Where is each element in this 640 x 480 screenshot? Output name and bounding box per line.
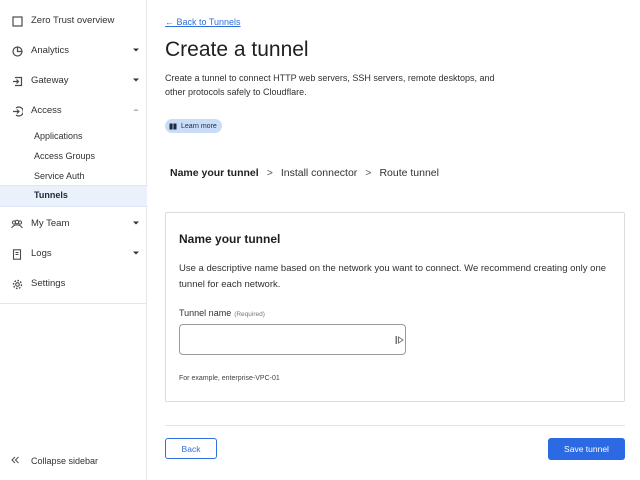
sidebar-item-my-team[interactable]: My Team bbox=[0, 212, 147, 236]
collapse-sidebar-button[interactable]: Collapse sidebar bbox=[0, 450, 147, 472]
caret-down-icon bbox=[133, 251, 139, 255]
sidebar-item-logs[interactable]: Logs bbox=[0, 242, 147, 266]
step-separator: > bbox=[266, 167, 273, 179]
back-to-tunnels-link[interactable]: ← Back to Tunnels bbox=[165, 17, 241, 27]
sidebar-item-label: Zero Trust overview bbox=[31, 15, 115, 26]
sidebar-subitem-tunnels[interactable]: Tunnels bbox=[0, 185, 147, 207]
footer-divider bbox=[165, 425, 625, 426]
caret-up-icon bbox=[133, 108, 139, 111]
access-icon bbox=[10, 104, 24, 118]
logs-icon bbox=[10, 247, 24, 261]
double-chevron-left-icon bbox=[10, 455, 22, 467]
sidebar-item-settings[interactable]: Settings bbox=[0, 272, 147, 296]
sidebar-item-label: My Team bbox=[31, 218, 70, 229]
sidebar-subitem-label: Access Groups bbox=[34, 151, 96, 161]
sidebar-subitem-label: Tunnels bbox=[34, 190, 68, 200]
sidebar-subitem-applications[interactable]: Applications bbox=[0, 126, 147, 146]
learn-more-button[interactable]: Learn more bbox=[165, 119, 222, 133]
sidebar-item-analytics[interactable]: Analytics bbox=[0, 39, 147, 63]
card-description: Use a descriptive name based on the netw… bbox=[179, 263, 607, 290]
sidebar-subitem-service-auth[interactable]: Service Auth bbox=[0, 166, 147, 186]
card-title: Name your tunnel bbox=[179, 232, 281, 246]
sidebar-item-label: Access bbox=[31, 105, 62, 116]
back-button[interactable]: Back bbox=[165, 438, 217, 459]
tunnel-name-hint: For example, enterprise-VPC-01 bbox=[179, 375, 280, 382]
tunnel-name-label-text: Tunnel name bbox=[179, 308, 232, 318]
sidebar-item-label: Settings bbox=[31, 278, 66, 289]
sidebar-subitem-label: Applications bbox=[34, 131, 83, 141]
sidebar-item-label: Gateway bbox=[31, 75, 69, 86]
team-icon bbox=[10, 217, 24, 231]
home-icon bbox=[10, 14, 24, 28]
name-tunnel-card: Name your tunnel Use a descriptive name … bbox=[165, 212, 625, 402]
book-icon bbox=[169, 123, 177, 129]
sidebar-subitem-label: Service Auth bbox=[34, 171, 85, 181]
sidebar-item-label: Analytics bbox=[31, 45, 70, 56]
sidebar-item-gateway[interactable]: Gateway bbox=[0, 69, 147, 93]
tunnel-name-label: Tunnel name (Required) bbox=[179, 308, 265, 318]
sidebar: Zero Trust overview Analytics Gateway Ac… bbox=[0, 0, 147, 480]
sidebar-item-access[interactable]: Access bbox=[0, 99, 147, 123]
save-tunnel-button[interactable]: Save tunnel bbox=[548, 438, 625, 460]
required-marker: (Required) bbox=[234, 311, 265, 318]
gateway-icon bbox=[10, 74, 24, 88]
learn-more-label: Learn more bbox=[181, 122, 217, 130]
caret-down-icon bbox=[133, 78, 139, 82]
page-title: Create a tunnel bbox=[165, 38, 309, 61]
sidebar-item-overview[interactable]: Zero Trust overview bbox=[0, 9, 147, 33]
sidebar-subitem-access-groups[interactable]: Access Groups bbox=[0, 146, 147, 166]
gear-icon bbox=[10, 277, 24, 291]
collapse-sidebar-label: Collapse sidebar bbox=[31, 456, 99, 466]
autofill-icon bbox=[395, 336, 404, 344]
tunnel-name-input[interactable] bbox=[179, 324, 406, 355]
step-route-tunnel: Route tunnel bbox=[379, 167, 439, 179]
sidebar-item-label: Logs bbox=[31, 248, 52, 259]
wizard-steps: Name your tunnel > Install connector > R… bbox=[170, 167, 439, 179]
caret-down-icon bbox=[133, 221, 139, 225]
page-intro: Create a tunnel to connect HTTP web serv… bbox=[165, 73, 495, 97]
sidebar-divider bbox=[0, 303, 147, 304]
step-name-your-tunnel: Name your tunnel bbox=[170, 167, 259, 179]
caret-down-icon bbox=[133, 48, 139, 52]
pie-chart-icon bbox=[10, 44, 24, 58]
step-separator: > bbox=[365, 167, 372, 179]
step-install-connector: Install connector bbox=[280, 167, 358, 179]
